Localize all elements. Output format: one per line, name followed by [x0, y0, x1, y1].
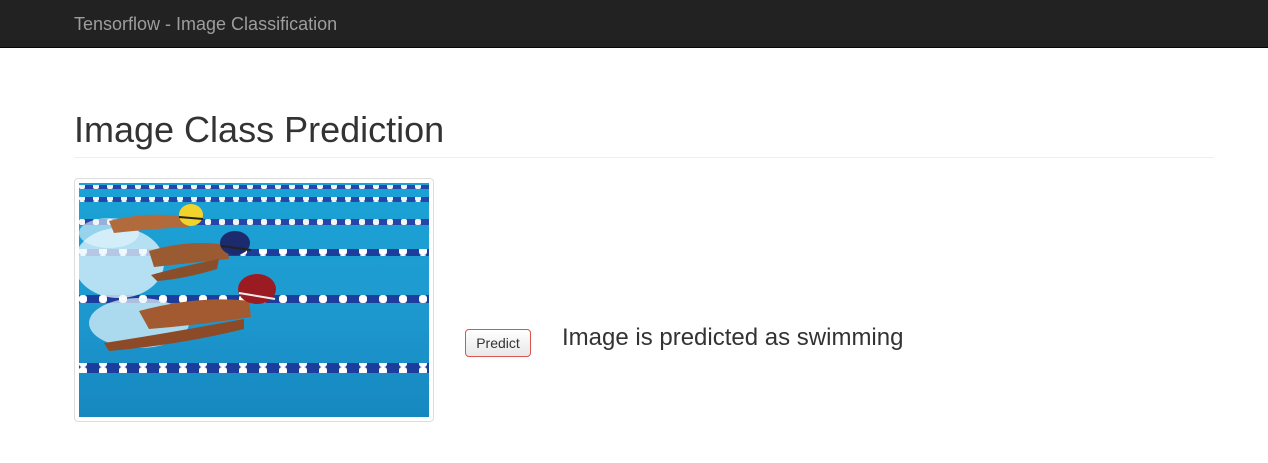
page-title: Image Class Prediction — [74, 109, 445, 150]
top-navbar: Tensorflow - Image Classification — [0, 0, 1268, 48]
swimmers-photo — [79, 183, 429, 417]
predict-button[interactable]: Predict — [465, 329, 531, 357]
prediction-result-text: Image is predicted as swimming — [562, 324, 904, 351]
navbar-brand-link[interactable]: Tensorflow - Image Classification — [74, 13, 337, 35]
page-header: Image Class Prediction — [74, 104, 1214, 158]
uploaded-image-thumbnail — [74, 178, 434, 422]
